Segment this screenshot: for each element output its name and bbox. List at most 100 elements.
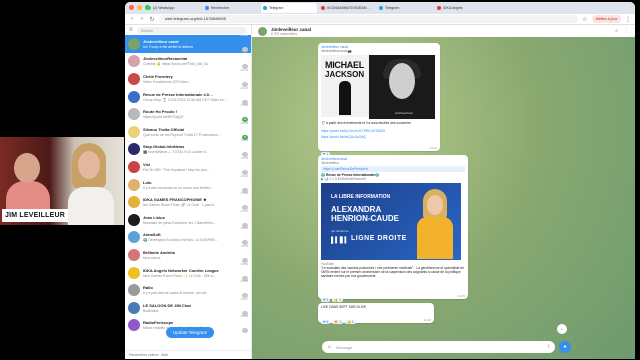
attach-icon[interactable]: ⌇ bbox=[548, 344, 550, 350]
chat-avatar bbox=[128, 266, 140, 279]
scroll-down-icon[interactable]: ⌄ bbox=[557, 324, 567, 334]
emoji-icon[interactable]: ☺ bbox=[327, 344, 332, 350]
chat-avatar bbox=[128, 108, 140, 121]
message-time: 14:15 bbox=[457, 294, 465, 298]
message-composer[interactable]: ☺ Message ⌇ bbox=[322, 341, 555, 353]
image-text: ALEXANDRA HENRION-CAUDE bbox=[331, 205, 399, 223]
chat-list-item[interactable]: Jean Lisius Mondiale de pleux Évolution: … bbox=[125, 209, 251, 229]
sidebar-header: ≡ Search bbox=[125, 25, 251, 35]
chat-avatar bbox=[128, 37, 140, 50]
chat-avatar bbox=[128, 125, 140, 138]
back-icon[interactable]: ‹ bbox=[129, 16, 135, 22]
chat-preview: Mon amour bbox=[143, 255, 161, 260]
search-icon[interactable]: ⌕ bbox=[615, 28, 618, 34]
chat-preview: Bodhidine bbox=[143, 308, 159, 313]
browser-tab[interactable]: Rechercher bbox=[203, 3, 259, 13]
chat-list-item[interactable]: LE SALOON DE JIM Chat Bodhidine 13:57 bbox=[125, 297, 251, 317]
reaction-like[interactable]: 👍 1 bbox=[332, 298, 343, 302]
url-field[interactable]: web.telegram.org/k/#-1578849695 bbox=[159, 15, 578, 23]
chat-preview: Group Help: ⏳ 01/11/2023 12:56 AM CET Vi… bbox=[143, 97, 228, 102]
chat-time: 14:01 bbox=[240, 226, 248, 231]
chat-preview: ion Trump a été arrêté et détenu bbox=[143, 44, 194, 49]
update-telegram-button[interactable]: Update Telegram bbox=[166, 327, 215, 338]
chat-time: 14:15 bbox=[240, 50, 248, 55]
more-options-icon[interactable]: ⋮ bbox=[624, 28, 629, 34]
chat-preview: Video Fonctionnes ZSTvideo... bbox=[143, 79, 191, 84]
chat-preview: Pat Sh ÜRI: *The Kryslaner* elay Ive peu… bbox=[143, 167, 210, 172]
screen: JIM LEVEILLEUR (2) WhatsApp Rechercher T… bbox=[0, 0, 640, 360]
chat-name: JimleveilleurRécanchal bbox=[143, 56, 188, 62]
message-link[interactable]: https://t.me/RevueDePresseInt bbox=[321, 166, 465, 172]
chat-list-item[interactable]: Brillante Andréia Mon amour 14:00 bbox=[125, 244, 251, 264]
chat-name: Silvano Trotta Official bbox=[143, 126, 185, 132]
browser-tab[interactable]: #CONDAMNATIONJEAN… bbox=[319, 3, 375, 13]
chat-list-item[interactable]: Chéié Frorntery Video Fonctionnes ZSTvide… bbox=[125, 67, 251, 88]
star-icon[interactable]: ☆ bbox=[582, 16, 588, 23]
message-link[interactable]: https://youtu.be/tuUULvnVKY9RILrh7E6J09 bbox=[321, 129, 437, 133]
close-window-icon[interactable] bbox=[129, 5, 134, 10]
reaction-heart[interactable]: ❤ 4 bbox=[321, 320, 331, 324]
reaction-heart[interactable]: ❤ 2 bbox=[321, 298, 331, 302]
message-bubble[interactable]: LIVE DANS SEPT SUR DLIVE ❤ 4 🔥 1 👍 1 14:16 bbox=[318, 303, 434, 324]
minimize-window-icon[interactable] bbox=[137, 5, 142, 10]
telegram-app: ≡ Search Jimleveilleur canal ion Trump a … bbox=[125, 25, 635, 359]
chat-list-item[interactable]: Revue de Presse Internationale 4.0… Group… bbox=[125, 86, 251, 106]
chat-list-item[interactable]: Jimleveilleur canal ion Trump a été arrêt… bbox=[125, 33, 251, 53]
image-text: LA LIBRE INFORMATION bbox=[331, 194, 391, 200]
browser-tab-active[interactable]: Telegram bbox=[261, 3, 317, 13]
reaction-like[interactable]: 👍 1 bbox=[344, 320, 356, 324]
microphone-icon[interactable]: ● bbox=[559, 341, 571, 353]
chat-list-item[interactable]: Route Ho Proulo ! https://youtu.be/ReTdqQ… bbox=[125, 103, 251, 123]
chat-header[interactable]: Jimleveilleur canal 8 375 subscribers ⌕ … bbox=[252, 25, 635, 37]
hamburger-menu-icon[interactable]: ≡ bbox=[129, 27, 133, 33]
tab-bar: (2) WhatsApp Rechercher Telegram #CONDAM… bbox=[125, 2, 635, 14]
reload-icon[interactable]: ↻ bbox=[149, 16, 155, 23]
browser-tab[interactable]: IDKA Angels bbox=[435, 3, 491, 13]
chat-list-item[interactable]: JimleveilleurRécanchal Guéville ✌ https:/… bbox=[125, 50, 251, 71]
chat-list-item[interactable]: Rallo Il y a pas tant de pasta et enrobé,… bbox=[125, 279, 251, 299]
chat-name: RadioPeriscope bbox=[143, 320, 174, 326]
message-bubble[interactable]: Jimleveilleurcanal Jimleveilleur https:/… bbox=[318, 155, 468, 302]
chat-avatar bbox=[128, 90, 140, 103]
chat-avatar bbox=[128, 213, 140, 226]
chat-name: Route Ho Proulo ! bbox=[143, 109, 177, 115]
chat-list-item[interactable]: Stop.Global.InfoNews 🎬 InvestiNews — TOTA… bbox=[125, 138, 251, 159]
chat-time: 14:08 bbox=[240, 120, 248, 125]
chat-list-item[interactable]: Vici Pat Sh ÜRI: *The Kryslaner* elay Ive… bbox=[125, 156, 251, 176]
search-input[interactable]: Search bbox=[136, 26, 247, 34]
chat-preview: Guéville ✌ https://youtu.be/fTNO_b6I_So bbox=[143, 62, 209, 67]
chat-preview: https://youtu.be/ReTdqQS bbox=[143, 115, 184, 120]
message-sender: Jimleveilleurcanal 📷 bbox=[321, 49, 353, 53]
chat-time: 14:14 bbox=[240, 67, 248, 72]
message-link[interactable]: https://youtu.be/ddQUu3zJ0kQ bbox=[321, 135, 437, 139]
chat-list-item[interactable]: AlmaSoft 🌍 Développe-Évolution est bris: … bbox=[125, 226, 251, 247]
message-bubble[interactable]: Jimleveilleur canal Jimleveilleurcanal 📷… bbox=[318, 43, 440, 156]
chat-avatar bbox=[128, 55, 140, 68]
forward-icon[interactable]: › bbox=[139, 16, 145, 22]
chat-list-item[interactable]: IDKA GAMES FRANCOPHONIE ⚜ lee Games Room … bbox=[125, 191, 251, 211]
chat-avatar bbox=[128, 301, 140, 314]
browser-tab[interactable]: (2) WhatsApp bbox=[145, 3, 201, 13]
browser-tab[interactable]: Telegram bbox=[377, 3, 433, 13]
chat-list-item[interactable]: IDKA Angels Networker Contém League Idea … bbox=[125, 262, 251, 282]
message-image[interactable]: LA LIBRE INFORMATION ALEXANDRA HENRION-C… bbox=[321, 183, 461, 260]
chat-time: 14:04 bbox=[240, 173, 248, 178]
message-input[interactable]: Message bbox=[336, 345, 543, 350]
message-image[interactable]: MICHAEL JACKSON Archiveszone bbox=[321, 55, 435, 119]
chat-list-item[interactable]: Lulu Il y a des moments où on ouvre une f… bbox=[125, 173, 251, 194]
chat-view: Jimleveilleur canal 8 375 subscribers ⌕ … bbox=[252, 25, 635, 359]
chat-avatar bbox=[128, 319, 140, 332]
chat-avatar bbox=[128, 196, 140, 209]
more-menu-icon[interactable]: ⋮ bbox=[625, 16, 631, 23]
chat-name: Chéié Frorntery bbox=[143, 73, 173, 79]
address-bar: ‹ › ↻ web.telegram.org/k/#-1578849695 ☆ … bbox=[125, 14, 635, 25]
chat-name: IDKA GAMES FRANCOPHONIE ⚜ bbox=[143, 197, 207, 203]
chat-avatar bbox=[128, 160, 140, 173]
webcam-name-label: JIM LEVEILLEUR bbox=[2, 209, 68, 222]
chat-list-item[interactable]: Silvano Trotta Official Quel beau se est … bbox=[125, 120, 251, 141]
channel-avatar[interactable] bbox=[258, 26, 267, 36]
reaction-fire[interactable]: 🔥 1 bbox=[332, 320, 343, 324]
chat-name: Rallo bbox=[143, 285, 153, 291]
chat-preview: Il y a des moments où on ouvre une fenêt… bbox=[143, 185, 214, 190]
browser-update-button[interactable]: Mettre à jour bbox=[591, 15, 621, 23]
